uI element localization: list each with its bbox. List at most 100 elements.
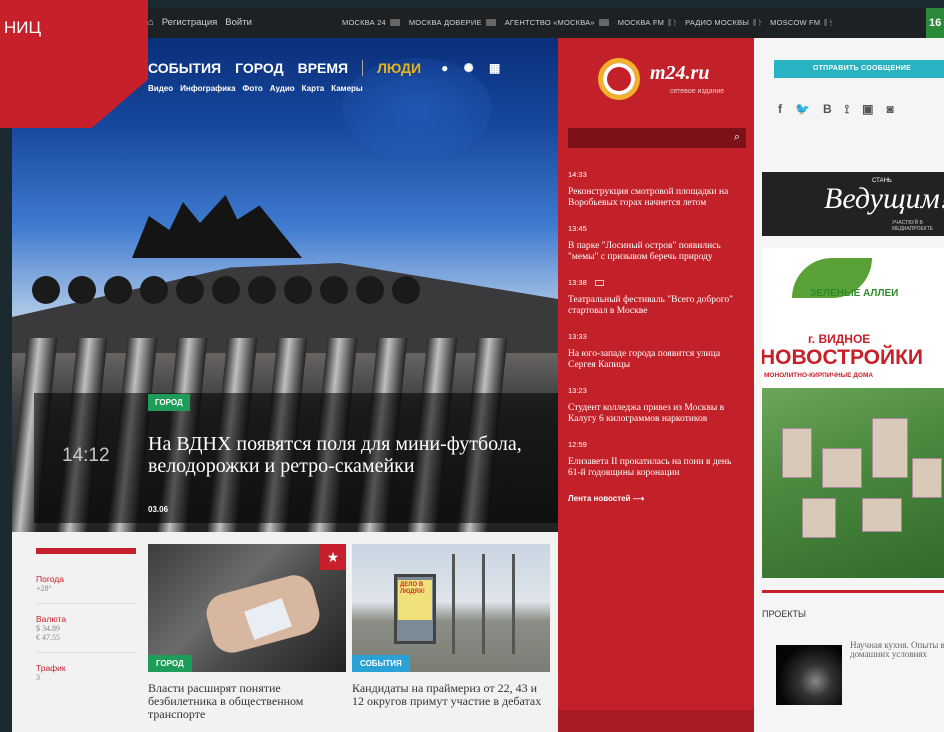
sound-icon <box>668 19 677 26</box>
weather-widget[interactable]: Погода +28° <box>36 574 136 604</box>
subnav-cameras[interactable]: Камеры <box>331 84 363 93</box>
banner-realestate-ad[interactable]: ЗЕЛЕНЫЕ АЛЛЕИ г. ВИДНОЕ НОВОСТРОЙКИ МОНО… <box>762 248 944 578</box>
rss-icon[interactable]: ⟟ <box>845 102 849 117</box>
home-icon[interactable]: ⌂ <box>148 17 154 28</box>
star-icon: ★ <box>320 544 346 570</box>
temperature-badge: 16 <box>926 8 944 38</box>
news-headline[interactable]: Елизавета II прокатилась на пони в день … <box>568 457 746 478</box>
top-bar: ⌂ Регистрация Войти МОСКВА 24 МОСКВА ДОВ… <box>12 8 944 38</box>
news-headline[interactable]: В парке "Лосиный остров" появились "мемы… <box>568 241 746 262</box>
news-time: 13:33 <box>568 332 587 341</box>
card-category-badge[interactable]: СОБЫТИЯ <box>352 655 410 672</box>
news-item[interactable]: 13:38 Театральный фестиваль "Всего добро… <box>568 278 746 316</box>
subnav-video[interactable]: Видео <box>148 84 173 93</box>
instagram-icon[interactable]: ◙ <box>886 102 893 117</box>
news-headline[interactable]: На юго-западе города появится улица Серг… <box>568 349 746 370</box>
subnav-infographics[interactable]: Инфографика <box>180 84 235 93</box>
search-input[interactable]: ⌕ <box>568 128 746 148</box>
news-headline[interactable]: Студент колледжа привез из Москвы в Калу… <box>568 403 746 424</box>
news-feed-link[interactable]: Лента новостей ⟶ <box>568 494 746 503</box>
hero-date: 03.06 <box>148 505 169 514</box>
nav-city[interactable]: ГОРОД <box>235 60 283 76</box>
sound-icon <box>824 19 833 26</box>
channel-moskva-doverie[interactable]: МОСКВА ДОВЕРИЕ <box>409 18 496 27</box>
news-feed-link-label: Лента новостей <box>568 494 631 503</box>
subnav-photo[interactable]: Фото <box>243 84 263 93</box>
ad-city: г. ВИДНОЕ <box>808 332 871 346</box>
channel-moskva-fm[interactable]: МОСКВА FM <box>618 18 677 27</box>
hero-time: 14:12 <box>62 445 110 466</box>
login-link[interactable]: Войти <box>225 17 252 28</box>
nav-events[interactable]: СОБЫТИЯ <box>148 60 221 76</box>
traffic-widget[interactable]: Трафик 3 <box>36 663 136 692</box>
channel-label: АГЕНТСТВО «МОСКВА» <box>504 18 595 27</box>
news-card[interactable]: ★ ГОРОД Власти расширят понятие безбилет… <box>148 544 346 721</box>
news-item[interactable]: 13:33 На юго-западе города появится улиц… <box>568 332 746 370</box>
camera-icon <box>594 279 604 286</box>
card-category-badge[interactable]: ГОРОД <box>148 655 192 672</box>
card-image: ★ ГОРОД <box>148 544 346 672</box>
hero-title[interactable]: На ВДНХ появятся поля для мини-футбола, … <box>148 433 528 477</box>
news-item[interactable]: 12:59 Елизавета II прокатилась на пони в… <box>568 440 746 478</box>
news-headline[interactable]: Театральный фестиваль "Всего доброго" ст… <box>568 295 746 316</box>
channel-label: МОСКВА 24 <box>342 18 386 27</box>
news-time: 14:33 <box>568 170 587 179</box>
channel-radio-moskvy[interactable]: РАДИО МОСКВЫ <box>685 18 762 27</box>
banner-presenter-ad[interactable]: СТАНЬ Ведущим! УЧАСТВУЙ В МЕДИАПРОЕКТЕ <box>762 172 944 236</box>
main-nav: СОБЫТИЯ ГОРОД ВРЕМЯ ЛЮДИ ● ✺ ▦ <box>148 60 506 76</box>
subnav-audio[interactable]: Аудио <box>270 84 295 93</box>
register-link[interactable]: Регистрация <box>162 17 218 28</box>
currency-value: $ 34.89 € 47.55 <box>36 624 60 642</box>
traffic-label: Трафик <box>36 663 66 673</box>
nav-time[interactable]: ВРЕМЯ <box>298 60 349 76</box>
weather-label: Погода <box>36 574 64 584</box>
news-card[interactable]: ДЕЛО В ЛЮДЯХ! СОБЫТИЯ Кандидаты на прайм… <box>352 544 550 708</box>
channel-agentstvo[interactable]: АГЕНТСТВО «МОСКВА» <box>505 18 609 27</box>
currency-widget[interactable]: Валюта $ 34.89 € 47.55 <box>36 614 136 653</box>
platform-icons[interactable]: ● ✺ ▦ <box>441 61 506 75</box>
info-accent-bar <box>36 548 136 554</box>
channel-links: МОСКВА 24 МОСКВА ДОВЕРИЕ АГЕНТСТВО «МОСК… <box>342 18 833 27</box>
news-headline[interactable]: Реконструкция смотровой площадки на Воро… <box>568 187 746 208</box>
pavilion-ornament <box>32 276 432 316</box>
ribbon-label: НИЦ <box>4 18 42 37</box>
search-icon[interactable]: ⌕ <box>734 131 740 144</box>
ad-headline: Ведущим! <box>824 182 944 215</box>
channel-moscow-fm[interactable]: MOSCOW FM <box>770 18 833 27</box>
twitter-icon[interactable]: 🐦 <box>795 102 810 117</box>
social-links: f 🐦 В ⟟ ▣ ◙ <box>778 102 894 117</box>
nav-people[interactable]: ЛЮДИ <box>377 60 421 76</box>
news-item[interactable]: 14:33 Реконструкция смотровой площадки н… <box>568 170 746 208</box>
sound-icon <box>753 19 762 26</box>
arrow-right-icon: ⟶ <box>632 494 645 503</box>
news-feed: m24.ru сетевое издание ⌕ 14:33 Реконстру… <box>558 38 754 732</box>
brand-subtitle: сетевое издание <box>670 88 725 95</box>
right-sidebar: ОТПРАВИТЬ СООБЩЕНИЕ f 🐦 В ⟟ ▣ ◙ СТАНЬ Ве… <box>754 38 944 732</box>
channel-label: МОСКВА ДОВЕРИЕ <box>408 18 482 27</box>
card-title[interactable]: Кандидаты на праймериз от 22, 43 и 12 ок… <box>352 682 550 708</box>
news-item[interactable]: 13:45 В парке "Лосиный остров" появились… <box>568 224 746 262</box>
nav-separator <box>362 60 364 76</box>
projects-title: ПРОЕКТЫ <box>762 609 806 619</box>
card-image: ДЕЛО В ЛЮДЯХ! СОБЫТИЯ <box>352 544 550 672</box>
ad-headline: НОВОСТРОЙКИ <box>762 346 924 369</box>
hero-category-badge[interactable]: ГОРОД <box>148 394 190 411</box>
projects-block: ПРОЕКТЫ Научная кухня. Опыты в домашних … <box>762 590 944 705</box>
tv-icon <box>485 19 496 26</box>
info-widgets: Погода +28° Валюта $ 34.89 € 47.55 Трафи… <box>36 548 136 702</box>
channel-moskva24[interactable]: МОСКВА 24 <box>342 18 400 27</box>
m24-logo-icon[interactable] <box>598 58 640 100</box>
project-thumbnail[interactable] <box>776 645 842 705</box>
subnav-map[interactable]: Карта <box>302 84 325 93</box>
youtube-icon[interactable]: ▣ <box>862 102 873 117</box>
card-title[interactable]: Власти расширят понятие безбилетника в о… <box>148 682 346 721</box>
tv-icon <box>389 19 400 26</box>
send-message-button[interactable]: ОТПРАВИТЬ СООБЩЕНИЕ <box>774 60 944 78</box>
brand-name[interactable]: m24.ru <box>650 62 709 85</box>
project-title[interactable]: Научная кухня. Опыты в домашних условиях <box>850 641 944 659</box>
billboard-sign: ДЕЛО В ЛЮДЯХ! <box>398 580 432 620</box>
news-item[interactable]: 13:23 Студент колледжа привез из Москвы … <box>568 386 746 424</box>
news-time: 13:38 <box>568 278 587 287</box>
vk-icon[interactable]: В <box>823 102 832 117</box>
facebook-icon[interactable]: f <box>778 102 782 117</box>
